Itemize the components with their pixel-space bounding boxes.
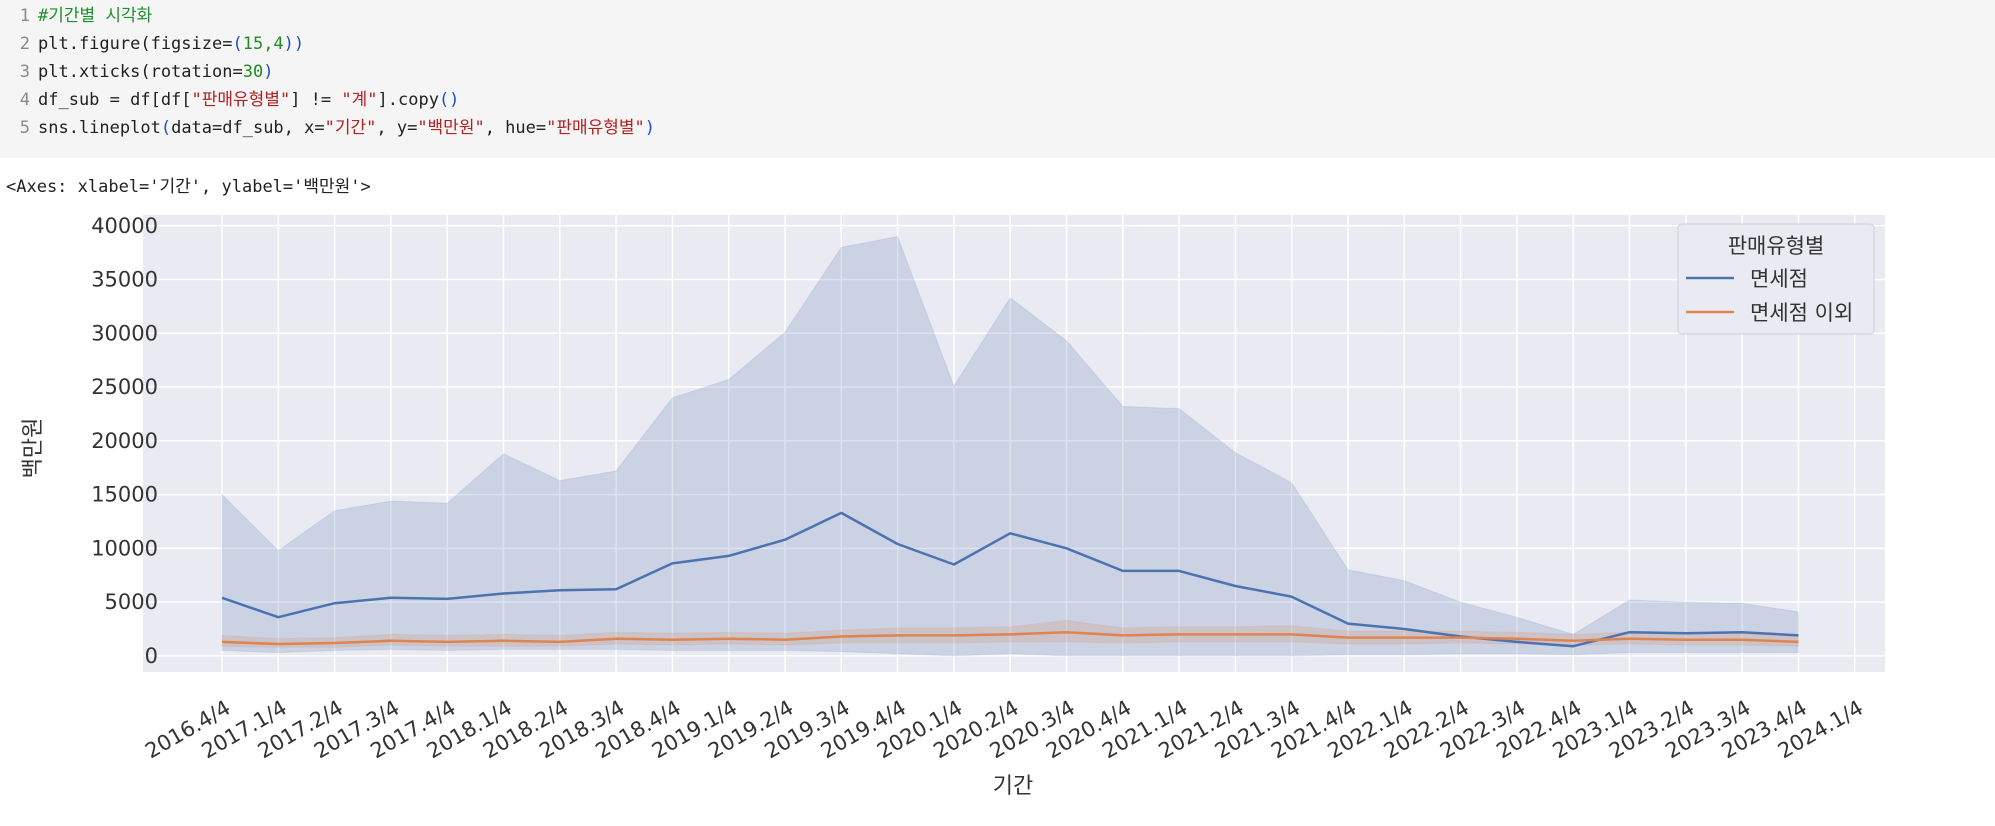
legend-label-non-duty-free: 면세점 이외	[1750, 301, 1853, 325]
x-axis-label: 기간	[993, 774, 1033, 799]
y-tick-label: 40000	[91, 214, 158, 238]
y-axis-label: 백만원	[21, 418, 46, 479]
y-tick-label: 10000	[91, 536, 158, 560]
legend: 판매유형별 면세점 면세점 이외	[1677, 223, 1875, 335]
y-tick-label: 35000	[91, 268, 158, 292]
line-chart: 0 5000 10000 15000 20000 25000 30000 35000 40000…	[21, 214, 1885, 799]
y-tick-label: 20000	[91, 429, 158, 453]
y-tick-label: 0	[145, 644, 158, 668]
y-tick-label: 25000	[91, 375, 158, 399]
y-tick-label: 30000	[91, 321, 158, 345]
x-tick-labels: 2016.4/42017.1/42017.2/42017.3/42017.4/4…	[141, 696, 1867, 764]
legend-label-duty-free: 면세점	[1750, 267, 1808, 291]
y-tick-labels: 0 5000 10000 15000 20000 25000 30000 35000 40000	[91, 214, 158, 668]
y-tick-label: 15000	[91, 483, 158, 507]
y-tick-label: 5000	[105, 590, 158, 614]
legend-title: 판매유형별	[1728, 234, 1825, 258]
